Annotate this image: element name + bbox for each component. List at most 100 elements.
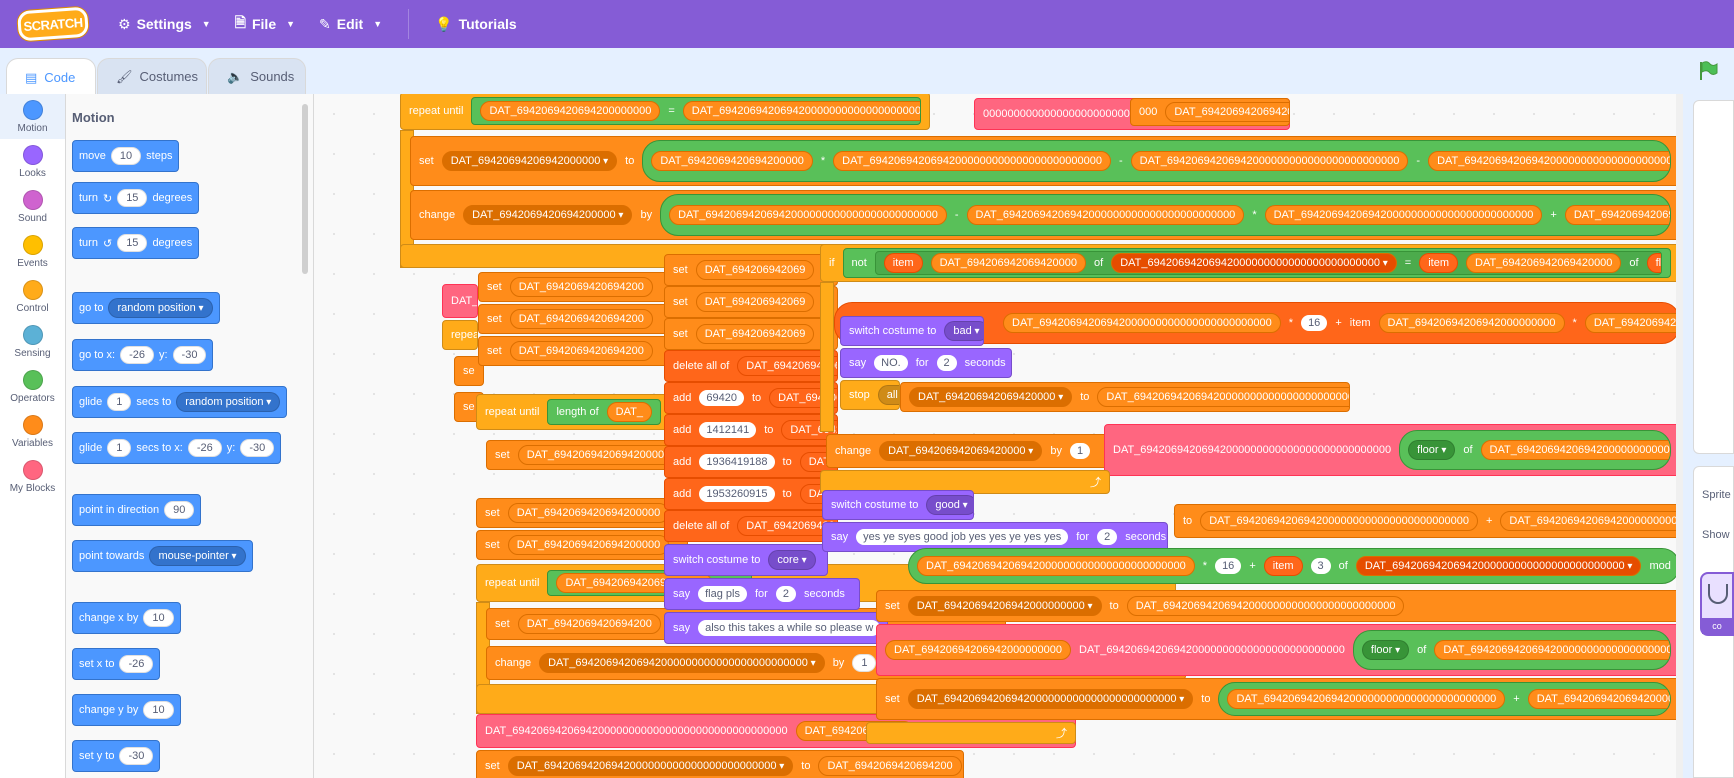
set-variable-block[interactable]: set DAT_6942069420694200000	[476, 498, 688, 528]
text-input[interactable]: flag pls	[698, 586, 747, 602]
variable-dropdown[interactable]: DAT_694206942069420000000000000000000000…	[539, 653, 825, 673]
item-reporter[interactable]: item	[883, 253, 923, 273]
variable-reporter[interactable]: DAT_694206942069420000000000000000000000…	[1500, 511, 1679, 531]
variable-reporter[interactable]: DAT_694206942069420000000000000000000000…	[1130, 151, 1409, 171]
variable-reporter[interactable]: DAT_694206942069420000000000000000000000…	[1434, 640, 1670, 660]
number-input[interactable]: 15	[117, 234, 148, 252]
subtract-operator[interactable]: DAT_694206942069420000000000000000000000…	[660, 194, 1671, 236]
number-input[interactable]: 1	[1069, 443, 1091, 459]
variable-reporter[interactable]: DAT_694206942069420000000000000000000000…	[1480, 440, 1671, 460]
number-input[interactable]: 2	[936, 355, 957, 371]
number-input[interactable]: 1	[852, 654, 877, 672]
file-menu[interactable]: 🗎 File ▼	[223, 0, 307, 48]
item-reporter[interactable]: item	[1263, 556, 1303, 576]
number-input[interactable]: 10	[143, 609, 174, 627]
category-motion[interactable]: Motion	[0, 94, 65, 139]
go-to-block[interactable]: go to random position	[72, 292, 220, 324]
multiply-operator[interactable]: DAT_6942069420694200000 * DAT_6942069420…	[642, 140, 1671, 182]
variable-reporter[interactable]: DAT_694206942069420000000000000000000000…	[1200, 511, 1478, 531]
number-input[interactable]: -26	[120, 346, 154, 364]
number-input[interactable]: 10	[143, 701, 174, 719]
text-input[interactable]: 1936419188	[699, 454, 775, 470]
number-input[interactable]: -30	[172, 346, 207, 364]
palette-scrollbar[interactable]	[302, 104, 308, 274]
variable-dropdown[interactable]: DAT_694206942069	[695, 292, 815, 312]
number-input[interactable]: -26	[187, 439, 222, 457]
equals-operator[interactable]: DAT_6942069420694200000000 = DAT_6942069…	[471, 97, 921, 125]
category-sound[interactable]: Sound	[0, 184, 65, 229]
variable-reporter[interactable]: DAT_6942069420694200000000	[480, 101, 661, 121]
number-input[interactable]: -30	[240, 439, 275, 457]
target-dropdown[interactable]: mouse-pointer	[149, 546, 246, 566]
variable-dropdown[interactable]: DAT_6942069420694200	[509, 341, 653, 361]
add-to-list-block[interactable]: add 1936419188 to DAT_694206942069	[664, 446, 838, 478]
point-in-direction-block[interactable]: point in direction 90	[72, 494, 202, 526]
add-to-list-block[interactable]: add 1953260915 to DAT_694206942069	[664, 478, 838, 510]
switch-costume-block[interactable]: switch costume to core	[664, 544, 828, 576]
number-input[interactable]: 3	[1310, 558, 1331, 574]
number-input[interactable]: 90	[164, 501, 195, 519]
change-x-block[interactable]: change x by 10	[72, 602, 181, 634]
text-input[interactable]: 1953260915	[699, 486, 775, 502]
variable-reporter[interactable]: DAT_6942069420694200000	[1584, 313, 1679, 333]
if-block[interactable]: if not item DAT_694206942069420000 of DA…	[820, 244, 1680, 282]
change-variable-block[interactable]: change DAT_6942069420694200000 by DAT_69…	[410, 190, 1680, 240]
math-function-dropdown[interactable]: floor	[1361, 640, 1410, 660]
script-area[interactable]: 0000000000000000000000000000000000000 00…	[314, 94, 1683, 778]
set-y-block[interactable]: set y to -30	[72, 740, 161, 772]
set-variable-block[interactable]: set DAT_69420694206942000000000000000000…	[476, 750, 964, 778]
number-input[interactable]: 15	[117, 189, 148, 207]
variable-dropdown[interactable]: DAT_6942069420694200	[517, 614, 661, 634]
floor-of-operator[interactable]: floor of DAT_694206942069420000000000000…	[1352, 630, 1671, 670]
number-input[interactable]: -26	[119, 655, 154, 673]
delete-all-block[interactable]: delete all of DAT_694206942069	[664, 350, 838, 382]
variable-reporter[interactable]: DAT_694206942069420000000000000000000000…	[833, 151, 1111, 171]
green-flag-icon[interactable]	[1697, 60, 1719, 87]
variable-dropdown[interactable]: DAT_69420694206942000000000	[907, 596, 1102, 616]
variable-dropdown[interactable]: DAT_69420694206942000000	[441, 151, 618, 171]
delete-all-block[interactable]: delete all of DAT_694206942069	[664, 510, 838, 542]
set-variable-block[interactable]: set DAT_694206942069	[664, 254, 838, 286]
repeat-block-stub[interactable]: repeat	[442, 320, 478, 350]
length-of-operator[interactable]: length of DAT_	[547, 399, 661, 425]
variable-dropdown[interactable]: DAT_6942069420694200000	[507, 535, 670, 555]
point-towards-block[interactable]: point towards mouse-pointer	[72, 540, 253, 572]
add-to-list-block[interactable]: add 1412141 to DAT_694206942069	[664, 414, 838, 446]
text-input[interactable]: also this takes a while so please w	[698, 620, 881, 636]
variable-reporter[interactable]: DAT_694206942069420000000000000000000000…	[1003, 313, 1281, 333]
variable-reporter[interactable]: DAT_694206942069420000000000000000000000…	[1097, 387, 1349, 407]
variable-dropdown[interactable]: DAT_694206942069420000	[879, 441, 1043, 461]
variable-reporter[interactable]: DAT_694206942069420000	[930, 253, 1086, 273]
variable-dropdown[interactable]: DAT_694206942069	[695, 260, 815, 280]
costume-dropdown[interactable]: core	[768, 550, 816, 570]
edit-menu[interactable]: ✎ Edit ▼	[307, 0, 394, 48]
variable-dropdown[interactable]: DAT_6942069420694200	[509, 309, 653, 329]
variable-reporter[interactable]: DAT_694206942069420000000000000000000000…	[966, 205, 1245, 225]
set-variable-block[interactable]: set DAT_694206942069	[664, 318, 838, 350]
go-to-xy-block[interactable]: go to x: -26 y: -30	[72, 339, 214, 371]
set-variable-block[interactable]: set DAT_6942069420694200	[478, 336, 688, 366]
text-input[interactable]: NO.	[874, 355, 908, 371]
number-input[interactable]: 1	[107, 439, 132, 457]
number-input[interactable]: 16	[1215, 558, 1242, 574]
variable-dropdown[interactable]: DAT_694206942069420000000000000000000000…	[507, 756, 794, 776]
category-sensing[interactable]: Sensing	[0, 319, 65, 364]
text-input[interactable]: 69420	[699, 390, 744, 406]
variable-reporter[interactable]: DAT_6942069420694200	[818, 756, 962, 776]
variable-reporter[interactable]: DAT_694206942069420000	[1466, 253, 1622, 273]
add-operator[interactable]: DAT_694206942069420000000000000000000000…	[1218, 682, 1671, 716]
tab-code[interactable]: ▤ Code	[6, 58, 96, 96]
category-operators[interactable]: Operators	[0, 364, 65, 409]
set-variable-block[interactable]: set DAT_69420694206942000000 to DAT_6942…	[410, 136, 1680, 186]
item-reporter[interactable]: item	[1419, 253, 1458, 273]
custom-block[interactable]: DAT_694206942069420000000000000000000000…	[1104, 424, 1680, 476]
switch-costume-block[interactable]: switch costume to bad	[840, 316, 984, 346]
variable-reporter[interactable]: DAT_694206942069420000000000000000000000…	[917, 556, 1195, 576]
say-for-block[interactable]: say NO. for 2 seconds	[840, 348, 1012, 378]
set-variable-block[interactable]: set DAT_69420694206942000000000 to DAT_6…	[876, 590, 1680, 622]
set-x-block[interactable]: set x to -26	[72, 648, 161, 680]
target-dropdown[interactable]: random position	[176, 392, 281, 412]
set-variable-block[interactable]: set DAT_6942069420694200	[478, 304, 688, 334]
set-variable-block[interactable]: DAT_694206942069420000 to DAT_6942069420…	[900, 382, 1350, 412]
change-y-block[interactable]: change y by 10	[72, 694, 181, 726]
